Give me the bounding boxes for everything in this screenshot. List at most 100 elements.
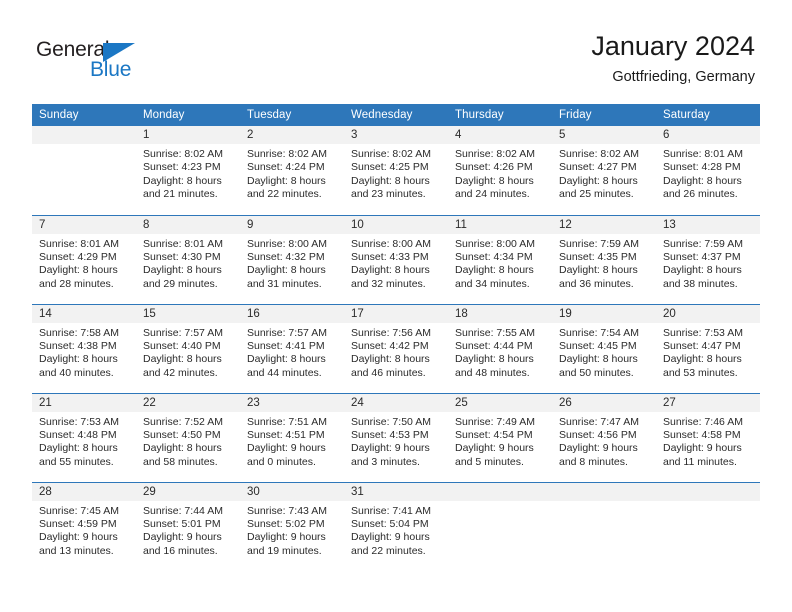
calendar-day-cell[interactable]: 8 Sunrise: 8:01 AM Sunset: 4:30 PM Dayli…: [136, 214, 240, 304]
calendar-day-cell[interactable]: 30 Sunrise: 7:43 AM Sunset: 5:02 PM Dayl…: [240, 481, 344, 571]
calendar-day-cell[interactable]: 10 Sunrise: 8:00 AM Sunset: 4:33 PM Dayl…: [344, 214, 448, 304]
sunrise-text: Sunrise: 8:02 AM: [455, 148, 535, 160]
weekday-header-row: Sunday Monday Tuesday Wednesday Thursday…: [32, 104, 760, 126]
sunrise-text: Sunrise: 7:55 AM: [455, 326, 535, 339]
sunset-text: Sunset: 4:40 PM: [143, 339, 221, 352]
daylight-text-line2: and 46 minutes.: [351, 366, 426, 379]
daylight-text-line1: Daylight: 8 hours: [455, 174, 534, 187]
day-number: 12: [552, 215, 656, 234]
daylight-text-line2: and 42 minutes.: [143, 366, 218, 379]
calendar-page: General Blue January 2024 Gottfrieding, …: [0, 0, 792, 612]
calendar-day-cell[interactable]: 27 Sunrise: 7:46 AM Sunset: 4:58 PM Dayl…: [656, 392, 760, 482]
calendar-day-cell[interactable]: [552, 481, 656, 571]
calendar-day-cell[interactable]: 1 Sunrise: 8:02 AM Sunset: 4:23 PM Dayli…: [136, 126, 240, 215]
calendar-day-cell[interactable]: 18 Sunrise: 7:55 AM Sunset: 4:44 PM Dayl…: [448, 303, 552, 393]
calendar-day-cell[interactable]: 31 Sunrise: 7:41 AM Sunset: 5:04 PM Dayl…: [344, 481, 448, 571]
calendar-day-cell[interactable]: 15 Sunrise: 7:57 AM Sunset: 4:40 PM Dayl…: [136, 303, 240, 393]
calendar-day-cell[interactable]: 19 Sunrise: 7:54 AM Sunset: 4:45 PM Dayl…: [552, 303, 656, 393]
day-details: Sunrise: 7:47 AM Sunset: 4:56 PM Dayligh…: [552, 412, 656, 470]
calendar-day-cell[interactable]: 25 Sunrise: 7:49 AM Sunset: 4:54 PM Dayl…: [448, 392, 552, 482]
calendar-day-cell[interactable]: 6 Sunrise: 8:01 AM Sunset: 4:28 PM Dayli…: [656, 126, 760, 215]
sunset-text: Sunset: 4:37 PM: [663, 250, 741, 263]
sunrise-text: Sunrise: 8:00 AM: [351, 237, 431, 250]
day-number: 22: [136, 393, 240, 412]
day-number: 9: [240, 215, 344, 234]
calendar-day-cell[interactable]: 3 Sunrise: 8:02 AM Sunset: 4:25 PM Dayli…: [344, 126, 448, 215]
day-details: Sunrise: 8:01 AM Sunset: 4:29 PM Dayligh…: [32, 234, 136, 292]
sunset-text: Sunset: 4:29 PM: [39, 250, 117, 263]
day-number: 28: [32, 482, 136, 501]
calendar-day-cell[interactable]: [656, 481, 760, 571]
calendar-day-cell[interactable]: 17 Sunrise: 7:56 AM Sunset: 4:42 PM Dayl…: [344, 303, 448, 393]
day-details: Sunrise: 7:57 AM Sunset: 4:41 PM Dayligh…: [240, 323, 344, 381]
sunset-text: Sunset: 4:44 PM: [455, 339, 533, 352]
calendar-day-cell[interactable]: 5 Sunrise: 8:02 AM Sunset: 4:27 PM Dayli…: [552, 126, 656, 215]
calendar-day-cell[interactable]: 23 Sunrise: 7:51 AM Sunset: 4:51 PM Dayl…: [240, 392, 344, 482]
daylight-text-line1: Daylight: 8 hours: [559, 174, 638, 187]
sunrise-text: Sunrise: 8:02 AM: [559, 148, 639, 160]
sunset-text: Sunset: 4:42 PM: [351, 339, 429, 352]
sunrise-text: Sunrise: 7:45 AM: [39, 504, 119, 517]
day-details: Sunrise: 8:00 AM Sunset: 4:33 PM Dayligh…: [344, 234, 448, 292]
day-number: 26: [552, 393, 656, 412]
calendar-day-cell[interactable]: [32, 126, 136, 215]
day-details: Sunrise: 8:00 AM Sunset: 4:32 PM Dayligh…: [240, 234, 344, 292]
daylight-text-line2: and 48 minutes.: [455, 366, 530, 379]
calendar-day-cell[interactable]: 9 Sunrise: 8:00 AM Sunset: 4:32 PM Dayli…: [240, 214, 344, 304]
sunrise-text: Sunrise: 7:49 AM: [455, 415, 535, 428]
daylight-text-line1: Daylight: 8 hours: [39, 442, 118, 455]
calendar-day-cell[interactable]: 7 Sunrise: 8:01 AM Sunset: 4:29 PM Dayli…: [32, 214, 136, 304]
sunrise-text: Sunrise: 7:52 AM: [143, 415, 223, 428]
page-title: January 2024: [591, 31, 755, 61]
daylight-text-line2: and 38 minutes.: [663, 277, 738, 290]
day-number: [32, 126, 136, 144]
calendar-day-cell[interactable]: 24 Sunrise: 7:50 AM Sunset: 4:53 PM Dayl…: [344, 392, 448, 482]
daylight-text-line2: and 19 minutes.: [247, 544, 322, 557]
sunset-text: Sunset: 5:04 PM: [351, 517, 429, 530]
calendar-day-cell[interactable]: 21 Sunrise: 7:53 AM Sunset: 4:48 PM Dayl…: [32, 392, 136, 482]
sunrise-text: Sunrise: 7:51 AM: [247, 415, 327, 428]
day-details: Sunrise: 8:01 AM Sunset: 4:30 PM Dayligh…: [136, 234, 240, 292]
calendar-day-cell[interactable]: 22 Sunrise: 7:52 AM Sunset: 4:50 PM Dayl…: [136, 392, 240, 482]
sunset-text: Sunset: 5:01 PM: [143, 517, 221, 530]
daylight-text-line2: and 29 minutes.: [143, 277, 218, 290]
calendar-day-cell[interactable]: 28 Sunrise: 7:45 AM Sunset: 4:59 PM Dayl…: [32, 481, 136, 571]
calendar-day-cell[interactable]: [448, 481, 552, 571]
day-number: [656, 482, 760, 501]
calendar-day-cell[interactable]: 11 Sunrise: 8:00 AM Sunset: 4:34 PM Dayl…: [448, 214, 552, 304]
day-details: Sunrise: 7:46 AM Sunset: 4:58 PM Dayligh…: [656, 412, 760, 470]
daylight-text-line1: Daylight: 9 hours: [247, 531, 326, 544]
day-details: Sunrise: 7:51 AM Sunset: 4:51 PM Dayligh…: [240, 412, 344, 470]
day-number: 7: [32, 215, 136, 234]
day-number: 14: [32, 304, 136, 323]
sunset-text: Sunset: 4:51 PM: [247, 428, 325, 441]
calendar-day-cell[interactable]: 20 Sunrise: 7:53 AM Sunset: 4:47 PM Dayl…: [656, 303, 760, 393]
calendar-day-cell[interactable]: 12 Sunrise: 7:59 AM Sunset: 4:35 PM Dayl…: [552, 214, 656, 304]
day-details: Sunrise: 7:45 AM Sunset: 4:59 PM Dayligh…: [32, 501, 136, 559]
day-details: Sunrise: 7:44 AM Sunset: 5:01 PM Dayligh…: [136, 501, 240, 559]
daylight-text-line2: and 3 minutes.: [351, 455, 420, 468]
day-number: 8: [136, 215, 240, 234]
daylight-text-line2: and 28 minutes.: [39, 277, 114, 290]
day-details: Sunrise: 7:55 AM Sunset: 4:44 PM Dayligh…: [448, 323, 552, 381]
sunrise-text: Sunrise: 7:58 AM: [39, 326, 119, 339]
daylight-text-line1: Daylight: 9 hours: [143, 531, 222, 544]
sunset-text: Sunset: 4:28 PM: [663, 161, 741, 174]
calendar-week-row: 14 Sunrise: 7:58 AM Sunset: 4:38 PM Dayl…: [32, 303, 760, 393]
calendar-day-cell[interactable]: 14 Sunrise: 7:58 AM Sunset: 4:38 PM Dayl…: [32, 303, 136, 393]
calendar-day-cell[interactable]: 16 Sunrise: 7:57 AM Sunset: 4:41 PM Dayl…: [240, 303, 344, 393]
calendar-day-cell[interactable]: 13 Sunrise: 7:59 AM Sunset: 4:37 PM Dayl…: [656, 214, 760, 304]
calendar-day-cell[interactable]: 26 Sunrise: 7:47 AM Sunset: 4:56 PM Dayl…: [552, 392, 656, 482]
general-blue-logo[interactable]: General Blue: [36, 38, 166, 86]
sunset-text: Sunset: 4:54 PM: [455, 428, 533, 441]
calendar-grid: Sunday Monday Tuesday Wednesday Thursday…: [32, 104, 760, 571]
sunrise-text: Sunrise: 7:54 AM: [559, 326, 639, 339]
calendar-day-cell[interactable]: 29 Sunrise: 7:44 AM Sunset: 5:01 PM Dayl…: [136, 481, 240, 571]
calendar-day-cell[interactable]: 4 Sunrise: 8:02 AM Sunset: 4:26 PM Dayli…: [448, 126, 552, 215]
day-number: 15: [136, 304, 240, 323]
daylight-text-line2: and 11 minutes.: [663, 455, 737, 468]
calendar-day-cell[interactable]: 2 Sunrise: 8:02 AM Sunset: 4:24 PM Dayli…: [240, 126, 344, 215]
sunset-text: Sunset: 4:47 PM: [663, 339, 741, 352]
sunrise-text: Sunrise: 7:53 AM: [663, 326, 743, 339]
day-number: [552, 482, 656, 501]
